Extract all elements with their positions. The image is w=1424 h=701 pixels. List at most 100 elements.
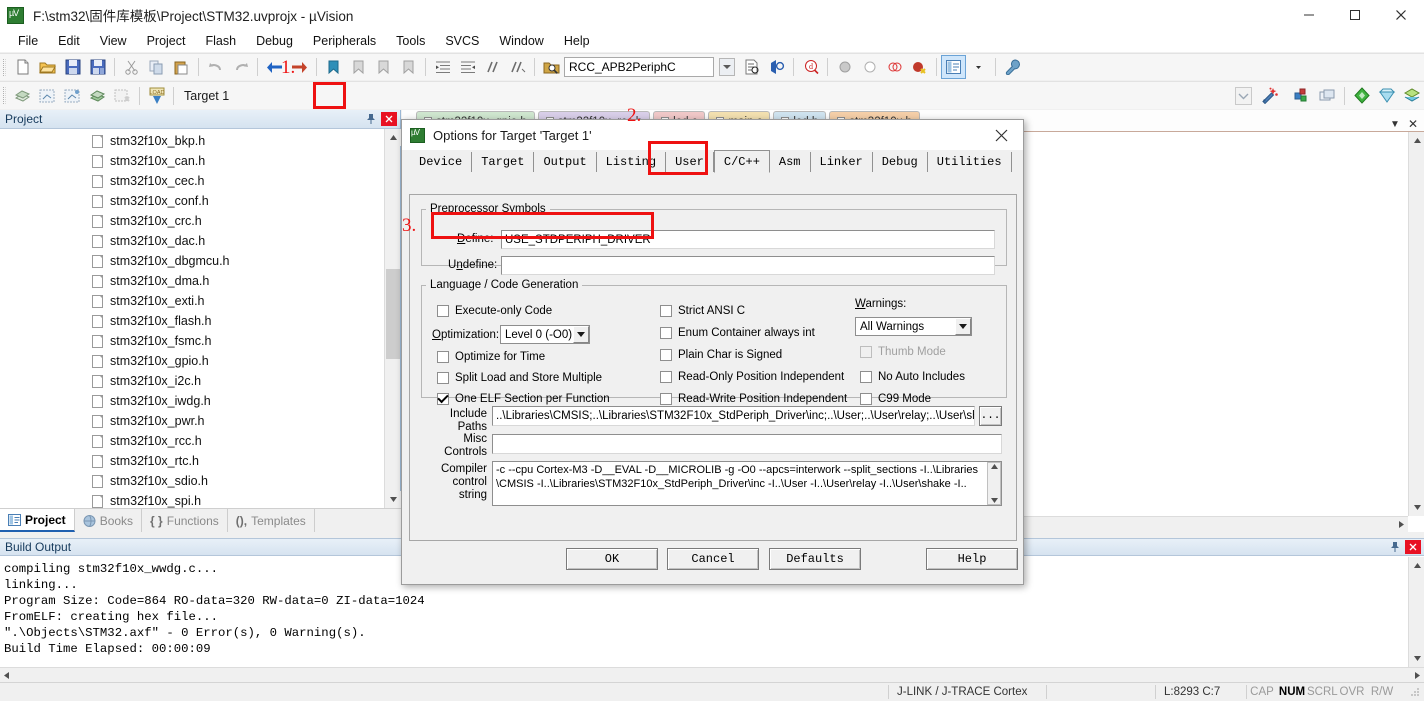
enable-breakpoint-icon[interactable] bbox=[858, 56, 881, 78]
misc-controls-field[interactable] bbox=[492, 434, 1002, 454]
warnings-combo[interactable]: All Warnings bbox=[855, 317, 972, 336]
pin-icon[interactable] bbox=[366, 113, 381, 125]
toolbar-grip[interactable] bbox=[3, 87, 6, 104]
bookmark-toggle-icon[interactable] bbox=[322, 56, 345, 78]
dialog-close-button[interactable] bbox=[979, 120, 1023, 150]
tree-item[interactable]: stm32f10x_pwr.h bbox=[0, 411, 385, 431]
comment-lines-icon[interactable] bbox=[481, 56, 504, 78]
save-all-icon[interactable] bbox=[86, 56, 109, 78]
editor-vertical-scrollbar[interactable] bbox=[1408, 132, 1424, 516]
menu-debug[interactable]: Debug bbox=[246, 31, 303, 51]
optimization-combo[interactable]: Level 0 (-O0) bbox=[500, 325, 590, 344]
resize-grip-icon[interactable] bbox=[1410, 687, 1424, 697]
menu-svcs[interactable]: SVCS bbox=[435, 31, 489, 51]
manage-run-time-env-icon[interactable] bbox=[1375, 85, 1398, 107]
undefine-field[interactable] bbox=[501, 256, 995, 275]
target-selector-label[interactable]: Target 1 bbox=[184, 89, 229, 103]
paste-icon[interactable] bbox=[170, 56, 193, 78]
checkbox-split-load-and-store-multiple[interactable]: Split Load and Store Multiple bbox=[437, 372, 602, 384]
project-window-dropdown-icon[interactable] bbox=[967, 56, 990, 78]
pack-installer-icon[interactable] bbox=[1350, 85, 1373, 107]
close-icon[interactable]: ✕ bbox=[1408, 117, 1418, 131]
scroll-right-icon[interactable] bbox=[1399, 521, 1408, 528]
project-file-tree[interactable]: stm32f10x_bkp.h stm32f10x_can.h stm32f10… bbox=[0, 129, 385, 508]
configure-toolbar-icon[interactable] bbox=[1001, 56, 1024, 78]
menu-file[interactable]: File bbox=[8, 31, 48, 51]
menu-view[interactable]: View bbox=[90, 31, 137, 51]
menu-edit[interactable]: Edit bbox=[48, 31, 90, 51]
define-field[interactable]: USE_STDPERIPH_DRIVER bbox=[501, 230, 995, 249]
indent-left-icon[interactable] bbox=[456, 56, 479, 78]
tab-functions[interactable]: { } Functions bbox=[142, 509, 228, 532]
symbol-combo-dropdown-icon[interactable] bbox=[715, 56, 738, 78]
batch-build-icon[interactable] bbox=[86, 85, 109, 107]
scroll-up-icon[interactable] bbox=[1409, 132, 1424, 149]
indent-right-icon[interactable] bbox=[431, 56, 454, 78]
find-in-files-icon[interactable] bbox=[540, 56, 563, 78]
project-window-toggle-icon[interactable] bbox=[941, 55, 966, 79]
tree-item[interactable]: stm32f10x_bkp.h bbox=[0, 131, 385, 151]
compiler-control-string-field[interactable]: -c --cpu Cortex-M3 -D__EVAL -D__MICROLIB… bbox=[492, 461, 1002, 506]
close-button[interactable] bbox=[1378, 0, 1424, 30]
tree-item[interactable]: stm32f10x_dma.h bbox=[0, 271, 385, 291]
checkbox-optimize-for-time[interactable]: Optimize for Time bbox=[437, 351, 545, 363]
menu-peripherals[interactable]: Peripherals bbox=[303, 31, 386, 51]
undo-icon[interactable] bbox=[204, 56, 227, 78]
insert-breakpoint-icon[interactable] bbox=[833, 56, 856, 78]
checkbox-plain-char-is-signed[interactable]: Plain Char is Signed bbox=[660, 349, 782, 361]
tree-item[interactable]: stm32f10x_flash.h bbox=[0, 311, 385, 331]
tree-item[interactable]: stm32f10x_dbgmcu.h bbox=[0, 251, 385, 271]
new-file-icon[interactable] bbox=[11, 56, 34, 78]
checkbox-execute-only-code[interactable]: Execute-only Code bbox=[437, 305, 552, 317]
manage-project-items-icon[interactable] bbox=[1291, 85, 1314, 107]
tree-item[interactable]: stm32f10x_dac.h bbox=[0, 231, 385, 251]
cut-icon[interactable] bbox=[120, 56, 143, 78]
tree-item[interactable]: stm32f10x_rtc.h bbox=[0, 451, 385, 471]
tree-item[interactable]: stm32f10x_spi.h bbox=[0, 491, 385, 508]
scroll-right-icon[interactable] bbox=[1415, 672, 1424, 679]
menu-help[interactable]: Help bbox=[554, 31, 600, 51]
tree-item[interactable]: stm32f10x_fsmc.h bbox=[0, 331, 385, 351]
tab-linker[interactable]: Linker bbox=[810, 152, 873, 172]
checkbox-enum-container-always-int[interactable]: Enum Container always int bbox=[660, 327, 815, 339]
tab-asm[interactable]: Asm bbox=[769, 152, 811, 172]
bookmark-next-icon[interactable] bbox=[372, 56, 395, 78]
stop-build-icon[interactable] bbox=[111, 85, 134, 107]
navigate-back-icon[interactable] bbox=[263, 56, 286, 78]
select-software-packs-icon[interactable] bbox=[1400, 85, 1423, 107]
download-to-flash-icon[interactable]: LOAD bbox=[145, 85, 168, 107]
tab-listing[interactable]: Listing bbox=[596, 152, 667, 172]
uncomment-lines-icon[interactable] bbox=[506, 56, 529, 78]
bookmark-prev-icon[interactable] bbox=[347, 56, 370, 78]
tree-item[interactable]: stm32f10x_can.h bbox=[0, 151, 385, 171]
minimize-button[interactable] bbox=[1286, 0, 1332, 30]
tree-item[interactable]: stm32f10x_rcc.h bbox=[0, 431, 385, 451]
menu-tools[interactable]: Tools bbox=[386, 31, 435, 51]
menu-project[interactable]: Project bbox=[137, 31, 196, 51]
tree-item[interactable]: stm32f10x_conf.h bbox=[0, 191, 385, 211]
checkbox-one-elf-section-per-function[interactable]: One ELF Section per Function bbox=[437, 393, 610, 405]
toolbar-grip[interactable] bbox=[3, 58, 6, 76]
bookmark-clear-icon[interactable] bbox=[397, 56, 420, 78]
maximize-button[interactable] bbox=[1332, 0, 1378, 30]
scroll-down-icon[interactable] bbox=[1409, 499, 1424, 516]
close-icon[interactable] bbox=[1405, 540, 1421, 554]
pin-icon[interactable] bbox=[1390, 541, 1405, 553]
build-output-horizontal-scrollbar[interactable] bbox=[0, 667, 1424, 683]
checkbox-read-write-position-independent[interactable]: Read-Write Position Independent bbox=[660, 393, 847, 405]
rebuild-all-icon[interactable] bbox=[61, 85, 84, 107]
scroll-down-icon[interactable] bbox=[1409, 650, 1424, 667]
tab-cpp[interactable]: C/C++ bbox=[713, 150, 770, 173]
tab-output[interactable]: Output bbox=[534, 152, 597, 172]
tab-project[interactable]: Project bbox=[0, 509, 75, 532]
chevron-down-icon[interactable] bbox=[955, 318, 971, 335]
cancel-button[interactable]: Cancel bbox=[667, 548, 759, 570]
options-for-target-icon[interactable] bbox=[1258, 85, 1281, 107]
include-paths-field[interactable]: ..\Libraries\CMSIS;..\Libraries\STM32F10… bbox=[492, 406, 975, 426]
checkbox-strict-ansi-c[interactable]: Strict ANSI C bbox=[660, 305, 745, 317]
menu-flash[interactable]: Flash bbox=[195, 31, 246, 51]
tab-books[interactable]: Books bbox=[75, 509, 143, 532]
tab-utilities[interactable]: Utilities bbox=[927, 152, 1012, 172]
tab-templates[interactable]: (), Templates bbox=[228, 509, 315, 532]
find-in-file-list-icon[interactable] bbox=[740, 56, 763, 78]
